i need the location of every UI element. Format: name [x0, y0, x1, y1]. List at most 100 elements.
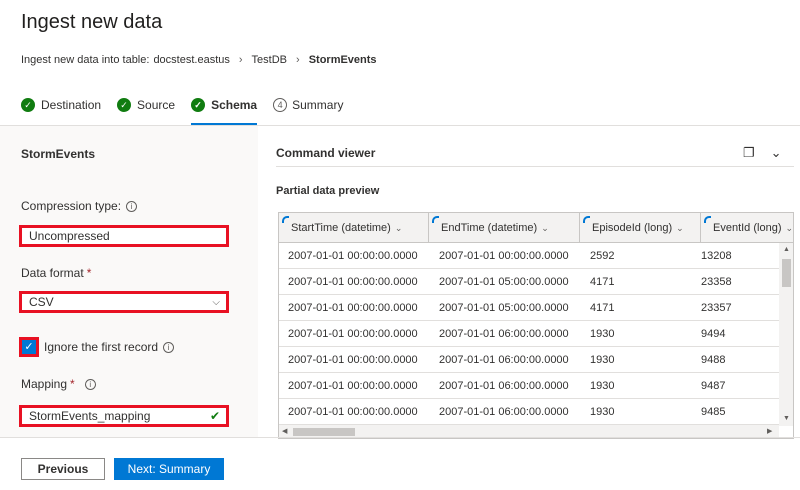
table-cell: 2007-01-01 06:00:00.0000 — [439, 353, 569, 366]
table-cell: 2592 — [590, 249, 615, 262]
grid-header: StartTime (datetime) ⌄ EndTime (datetime… — [279, 213, 793, 243]
data-format-label: Data format * — [21, 266, 91, 280]
loading-icon — [704, 216, 711, 223]
checkmark-circle-icon: ✓ — [191, 98, 206, 112]
table-cell: 2007-01-01 00:00:00.0000 — [288, 301, 418, 314]
mapping-label: Mapping * i — [21, 377, 96, 391]
table-cell: 2007-01-01 00:00:00.0000 — [288, 405, 418, 418]
table-cell: 1930 — [590, 327, 615, 340]
table-cell: 2007-01-01 00:00:00.0000 — [288, 353, 418, 366]
copy-icon[interactable]: ❐ — [743, 145, 755, 161]
info-icon[interactable]: i — [126, 200, 138, 212]
data-preview-grid: StartTime (datetime) ⌄ EndTime (datetime… — [278, 212, 794, 439]
column-header-label: StartTime (datetime) — [291, 222, 391, 234]
table-row[interactable]: 2007-01-01 00:00:00.0000 2007-01-01 05:0… — [279, 269, 779, 295]
info-icon[interactable]: i — [84, 378, 96, 390]
chevron-right-icon: › — [296, 54, 300, 66]
step-label: Schema — [211, 98, 258, 112]
chevron-down-icon[interactable]: ⌄ — [541, 223, 549, 234]
info-icon[interactable]: i — [163, 341, 175, 353]
breadcrumb-table: StormEvents — [308, 54, 377, 66]
tab-summary[interactable]: 4 Summary — [273, 96, 343, 114]
vertical-scrollbar[interactable]: ▲ ▼ — [779, 243, 793, 426]
breadcrumb-database[interactable]: TestDB — [252, 54, 287, 66]
ignore-first-record-row: ✓ Ignore the first record i — [19, 337, 175, 357]
step-label: Source — [137, 98, 176, 112]
mapping-field[interactable]: StormEvents_mapping ✔ — [19, 405, 229, 427]
tab-source[interactable]: ✓ Source — [117, 96, 175, 114]
ignore-first-record-label: Ignore the first record — [44, 340, 159, 354]
field-value: StormEvents_mapping — [29, 409, 151, 423]
table-cell: 2007-01-01 06:00:00.0000 — [439, 327, 569, 340]
scroll-up-icon[interactable]: ▲ — [783, 246, 790, 253]
chevron-down-icon[interactable]: ⌄ — [676, 223, 684, 234]
previous-button[interactable]: Previous — [21, 458, 105, 480]
table-cell: 2007-01-01 05:00:00.0000 — [439, 301, 569, 314]
column-header[interactable]: StartTime (datetime) ⌄ — [279, 213, 429, 243]
column-header[interactable]: EndTime (datetime) ⌄ — [429, 213, 580, 243]
table-cell: 9487 — [701, 379, 726, 392]
table-row[interactable]: 2007-01-01 00:00:00.0000 2007-01-01 05:0… — [279, 295, 779, 321]
table-row[interactable]: 2007-01-01 00:00:00.0000 2007-01-01 06:0… — [279, 321, 779, 347]
label-text: Data format — [21, 266, 84, 280]
data-format-dropdown[interactable]: CSV ⌵ — [19, 291, 229, 313]
scrollbar-thumb[interactable] — [782, 259, 791, 287]
checkmark-circle-icon: ✓ — [21, 98, 35, 112]
next-summary-button[interactable]: Next: Summary — [114, 458, 224, 480]
column-header[interactable]: EpisodeId (long) ⌄ — [580, 213, 701, 243]
table-row[interactable]: 2007-01-01 00:00:00.0000 2007-01-01 06:0… — [279, 399, 779, 425]
table-cell: 2007-01-01 06:00:00.0000 — [439, 379, 569, 392]
checkmark-circle-icon: ✓ — [117, 98, 132, 112]
table-cell: 23358 — [701, 275, 732, 288]
loading-icon — [282, 216, 289, 223]
ignore-first-record-checkbox[interactable]: ✓ — [19, 337, 39, 357]
table-cell: 9494 — [701, 327, 726, 340]
page-title: Ingest new data — [21, 11, 163, 33]
chevron-down-icon[interactable]: ⌄ — [395, 223, 403, 234]
divider — [0, 437, 800, 438]
step-label: Summary — [292, 98, 344, 112]
table-cell: 9488 — [701, 353, 726, 366]
chevron-down-icon[interactable]: ⌄ — [771, 145, 782, 161]
table-row[interactable]: 2007-01-01 00:00:00.0000 2007-01-01 00:0… — [279, 243, 779, 269]
table-row[interactable]: 2007-01-01 00:00:00.0000 2007-01-01 06:0… — [279, 347, 779, 373]
compression-type-field[interactable]: Uncompressed — [19, 225, 229, 247]
command-viewer-heading[interactable]: Command viewer — [276, 146, 375, 160]
loading-icon — [432, 216, 439, 223]
table-row[interactable]: 2007-01-01 00:00:00.0000 2007-01-01 06:0… — [279, 373, 779, 399]
label-text: Compression type: — [21, 199, 122, 213]
table-cell: 2007-01-01 05:00:00.0000 — [439, 275, 569, 288]
field-value: CSV — [29, 295, 54, 309]
table-cell: 1930 — [590, 379, 615, 392]
scroll-down-icon[interactable]: ▼ — [783, 415, 790, 422]
table-cell: 13208 — [701, 249, 732, 262]
checkmark-icon: ✔ — [209, 409, 220, 423]
tab-destination[interactable]: ✓ Destination — [21, 96, 101, 114]
breadcrumb-prefix: Ingest new data into table: — [21, 54, 150, 66]
scroll-left-icon[interactable]: ◀ — [282, 427, 287, 435]
column-header-label: EpisodeId (long) — [592, 222, 673, 234]
table-cell: 2007-01-01 00:00:00.0000 — [288, 327, 418, 340]
table-cell: 9485 — [701, 405, 726, 418]
breadcrumb-cluster[interactable]: docstest.eastus — [153, 54, 229, 66]
table-cell: 2007-01-01 00:00:00.0000 — [288, 275, 418, 288]
table-cell: 1930 — [590, 405, 615, 418]
chevron-down-icon[interactable]: ⌄ — [785, 223, 793, 234]
divider — [276, 166, 794, 167]
label-text: Mapping — [21, 377, 68, 391]
required-marker: * — [86, 266, 92, 280]
column-header-label: EndTime (datetime) — [441, 222, 538, 234]
table-cell: 2007-01-01 00:00:00.0000 — [288, 249, 418, 262]
table-cell: 4171 — [590, 275, 615, 288]
command-viewer-actions: ❐ ⌄ — [743, 145, 798, 161]
tab-schema[interactable]: ✓ Schema — [191, 96, 258, 125]
field-value: Uncompressed — [29, 229, 110, 243]
column-header[interactable]: EventId (long) ⌄ — [701, 213, 793, 243]
table-cell: 4171 — [590, 301, 615, 314]
table-cell: 2007-01-01 06:00:00.0000 — [439, 405, 569, 418]
scrollbar-thumb[interactable] — [293, 428, 355, 436]
table-cell: 2007-01-01 00:00:00.0000 — [439, 249, 569, 262]
required-marker: * — [70, 377, 75, 391]
chevron-right-icon: › — [238, 54, 243, 66]
scroll-right-icon[interactable]: ▶ — [767, 427, 772, 435]
